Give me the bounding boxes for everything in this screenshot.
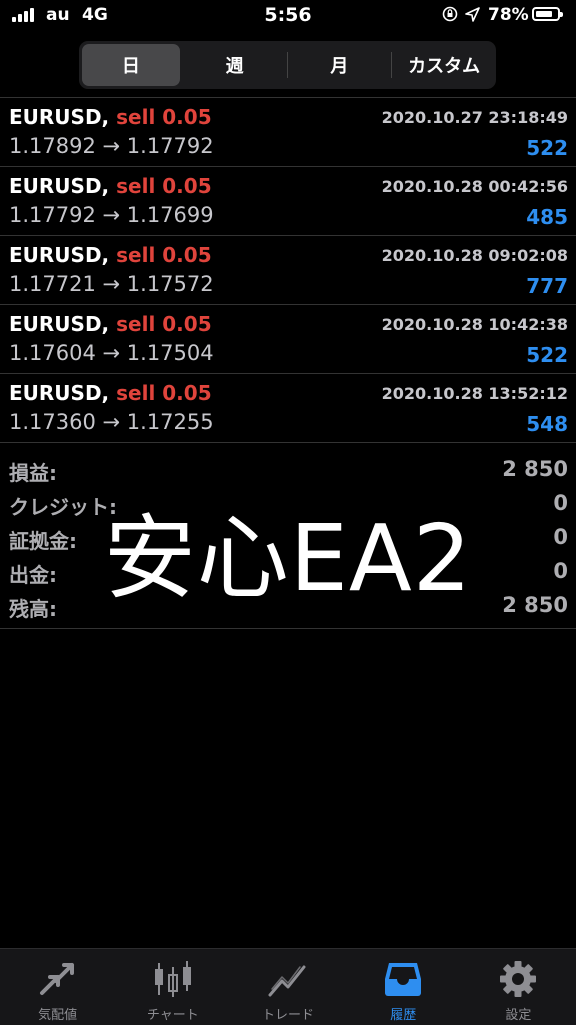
- tab-label: 気配値: [38, 1008, 78, 1023]
- trade-side: sell 0.05: [116, 105, 212, 129]
- quotes-arrows-icon: [39, 963, 74, 995]
- trade-row[interactable]: EURUSD, sell 0.05 2020.10.28 10:42:38 1.…: [0, 305, 576, 374]
- tab-label: 設定: [505, 1008, 532, 1023]
- period-segmented-control: 日 週 月 カスタム: [79, 41, 496, 89]
- trade-prices: 1.17360 → 1.17255: [9, 410, 214, 434]
- tab-label: トレード: [262, 1008, 315, 1023]
- trade-line-icon: [268, 965, 306, 997]
- settings-gear-icon: [500, 961, 537, 997]
- segment-month[interactable]: 月: [291, 44, 389, 86]
- tab-chart[interactable]: チャート: [115, 949, 230, 1025]
- trade-symbol: EURUSD, sell 0.05: [9, 105, 212, 129]
- tab-label: チャート: [146, 1008, 199, 1023]
- tab-trade[interactable]: トレード: [230, 949, 345, 1025]
- location-arrow-icon: [465, 7, 480, 22]
- trade-profit: 485: [526, 205, 568, 229]
- trade-row[interactable]: EURUSD, sell 0.05 2020.10.27 23:18:49 1.…: [0, 98, 576, 167]
- trade-row[interactable]: EURUSD, sell 0.05 2020.10.28 09:02:08 1.…: [0, 236, 576, 305]
- trade-datetime: 2020.10.28 09:02:08: [381, 246, 568, 265]
- segment-week[interactable]: 週: [186, 44, 284, 86]
- segment-divider: [391, 52, 393, 78]
- trade-prices: 1.17892 → 1.17792: [9, 134, 214, 158]
- segment-divider: [286, 52, 288, 78]
- trade-prices: 1.17792 → 1.17699: [9, 203, 214, 227]
- trade-profit: 548: [526, 412, 568, 436]
- battery-icon: [532, 7, 563, 21]
- battery-percent: 78%: [488, 5, 529, 25]
- tab-history[interactable]: 履歴: [346, 949, 461, 1025]
- summary-value: 2 850: [502, 457, 568, 481]
- segment-day[interactable]: 日: [82, 44, 180, 86]
- segment-custom[interactable]: カスタム: [395, 44, 493, 86]
- trade-profit: 522: [526, 343, 568, 367]
- watermark-overlay: 安心EA2: [103, 505, 473, 612]
- status-bar: au 4G 5:56 78%: [0, 0, 576, 34]
- trade-prices: 1.17721 → 1.17572: [9, 272, 214, 296]
- trade-datetime: 2020.10.28 00:42:56: [381, 177, 568, 196]
- trade-prices: 1.17604 → 1.17504: [9, 341, 214, 365]
- trade-row[interactable]: EURUSD, sell 0.05 2020.10.28 00:42:56 1.…: [0, 167, 576, 236]
- trade-side: sell 0.05: [116, 381, 212, 405]
- tab-quotes[interactable]: 気配値: [0, 949, 115, 1025]
- rotation-lock-icon: [442, 6, 458, 22]
- trade-side: sell 0.05: [116, 312, 212, 336]
- symbol-name: EURUSD,: [9, 243, 110, 267]
- summary-label: 損益:: [9, 461, 57, 485]
- tab-label: 履歴: [390, 1008, 417, 1023]
- symbol-name: EURUSD,: [9, 312, 110, 336]
- trade-symbol: EURUSD, sell 0.05: [9, 174, 212, 198]
- symbol-name: EURUSD,: [9, 381, 110, 405]
- tab-settings[interactable]: 設定: [461, 949, 576, 1025]
- trade-row[interactable]: EURUSD, sell 0.05 2020.10.28 13:52:12 1.…: [0, 374, 576, 443]
- trade-symbol: EURUSD, sell 0.05: [9, 243, 212, 267]
- trade-symbol: EURUSD, sell 0.05: [9, 312, 212, 336]
- trade-symbol: EURUSD, sell 0.05: [9, 381, 212, 405]
- bottom-tab-bar: 気配値 チャート トレード 履歴 設定: [0, 948, 576, 1025]
- trade-profit: 522: [526, 136, 568, 160]
- trade-side: sell 0.05: [116, 174, 212, 198]
- trade-side: sell 0.05: [116, 243, 212, 267]
- candlestick-chart-icon: [154, 961, 191, 997]
- trade-datetime: 2020.10.28 10:42:38: [381, 315, 568, 334]
- symbol-name: EURUSD,: [9, 105, 110, 129]
- trade-datetime: 2020.10.27 23:18:49: [381, 108, 568, 127]
- trade-datetime: 2020.10.28 13:52:12: [381, 384, 568, 403]
- symbol-name: EURUSD,: [9, 174, 110, 198]
- trade-profit: 777: [526, 274, 568, 298]
- summary-row-profit: 損益: 2 850: [0, 453, 576, 487]
- trade-history-list: EURUSD, sell 0.05 2020.10.27 23:18:49 1.…: [0, 97, 576, 443]
- history-inbox-icon: [385, 963, 422, 996]
